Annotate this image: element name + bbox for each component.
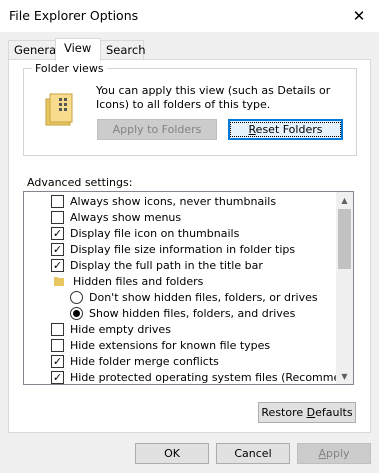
checkbox-checked[interactable]: ✓ (51, 258, 64, 272)
title-bar: File Explorer Options ✕ (0, 0, 379, 32)
check-icon: ✓ (52, 258, 63, 272)
list-item-hidden-files-folder: Hidden files and folders (51, 273, 203, 289)
list-item-label: Hide protected operating system files (R… (70, 370, 354, 384)
chevron-down-icon: ▼ (341, 371, 348, 381)
restore-defaults-pre: Restore (261, 406, 307, 419)
list-item-hide-protected-files[interactable]: ✓ Hide protected operating system files … (51, 369, 354, 384)
folder-icon (45, 93, 73, 126)
chevron-up-icon: ▲ (341, 195, 348, 205)
radio-dot-icon (73, 309, 80, 317)
restore-defaults-post: efaults (315, 406, 353, 419)
reset-folders-label-post: eset Folders (255, 123, 323, 136)
list-item-label: Show hidden files, folders, and drives (89, 306, 296, 320)
apply-label: Apply (318, 447, 349, 460)
advanced-settings-list[interactable]: Always show icons, never thumbnails Alwa… (23, 191, 354, 385)
list-item-display-file-icon[interactable]: ✓ Display file icon on thumbnails (51, 225, 239, 241)
list-item-hide-extensions[interactable]: Hide extensions for known file types (51, 337, 270, 353)
cancel-button[interactable]: Cancel (216, 443, 290, 464)
list-item-show-hidden[interactable]: Show hidden files, folders, and drives (70, 305, 295, 321)
restore-defaults-button[interactable]: Restore Defaults (258, 402, 356, 423)
list-item-always-show-menus[interactable]: Always show menus (51, 209, 181, 225)
list-item-label: Hidden files and folders (73, 274, 204, 288)
checkbox[interactable] (51, 322, 64, 336)
list-item-hide-empty-drives[interactable]: Hide empty drives (51, 321, 171, 337)
list-item-display-file-size[interactable]: ✓ Display file size information in folde… (51, 241, 295, 257)
checkbox-checked[interactable]: ✓ (51, 226, 64, 240)
list-item-label: Display file size information in folder … (70, 242, 296, 256)
apply-to-folders-button[interactable]: Apply to Folders (97, 119, 217, 140)
check-icon: ✓ (52, 226, 63, 240)
ok-button[interactable]: OK (135, 443, 209, 464)
check-icon: ✓ (52, 242, 63, 256)
checkbox[interactable] (51, 210, 64, 224)
list-item-label: Display file icon on thumbnails (70, 226, 240, 240)
apply-mnemonic: A (318, 447, 326, 460)
tab-general[interactable]: General (8, 40, 59, 60)
list-item-dont-show-hidden[interactable]: Don't show hidden files, folders, or dri… (70, 289, 318, 305)
advanced-settings-label: Advanced settings: (27, 176, 133, 189)
radio-button[interactable] (70, 290, 83, 304)
checkbox[interactable] (51, 194, 64, 208)
list-item-display-full-path[interactable]: ✓ Display the full path in the title bar (51, 257, 263, 273)
vertical-scrollbar[interactable]: ▲ ▼ (336, 192, 353, 384)
folder-views-group: Folder views You can apply this view (su… (23, 62, 357, 156)
folder-views-legend: Folder views (32, 62, 107, 75)
list-item-label: Hide extensions for known file types (70, 338, 271, 352)
view-tab-panel: Folder views You can apply this view (su… (8, 59, 371, 433)
tab-view[interactable]: View (55, 38, 101, 61)
list-item-label: Hide folder merge conflicts (70, 354, 219, 368)
restore-defaults-mnemonic: D (306, 406, 316, 419)
list-item-label: Always show icons, never thumbnails (70, 194, 277, 208)
tab-search[interactable]: Search (100, 40, 146, 60)
scroll-down-button[interactable]: ▼ (336, 368, 353, 384)
apply-button[interactable]: Apply (297, 443, 371, 464)
folder-icon (54, 276, 64, 286)
list-item-always-show-icons[interactable]: Always show icons, never thumbnails (51, 193, 276, 209)
folder-views-description: You can apply this view (such as Details… (96, 84, 331, 111)
check-icon: ✓ (52, 370, 63, 384)
list-item-hide-merge-conflicts[interactable]: ✓ Hide folder merge conflicts (51, 353, 219, 369)
list-item-label: Display the full path in the title bar (70, 258, 263, 272)
reset-folders-button[interactable]: Reset Folders (228, 119, 343, 140)
reset-folders-label: Reset Folders (229, 122, 342, 137)
checkbox-checked[interactable]: ✓ (51, 370, 64, 384)
list-item-label: Always show menus (70, 210, 182, 224)
list-item-label: Hide empty drives (70, 322, 171, 336)
radio-button-selected[interactable] (70, 306, 83, 320)
checkbox[interactable] (51, 338, 64, 352)
apply-post: pply (326, 447, 350, 460)
restore-defaults-label: Restore Defaults (261, 406, 352, 419)
scroll-up-button[interactable]: ▲ (336, 192, 353, 208)
reset-folders-mnemonic: R (248, 123, 256, 136)
check-icon: ✓ (52, 354, 63, 368)
scroll-thumb[interactable] (338, 209, 351, 269)
close-icon: ✕ (352, 7, 366, 25)
window-title: File Explorer Options (9, 8, 139, 23)
checkbox-checked[interactable]: ✓ (51, 242, 64, 256)
close-button[interactable]: ✕ (339, 0, 379, 32)
checkbox-checked[interactable]: ✓ (51, 354, 64, 368)
list-item-label: Don't show hidden files, folders, or dri… (89, 290, 318, 304)
